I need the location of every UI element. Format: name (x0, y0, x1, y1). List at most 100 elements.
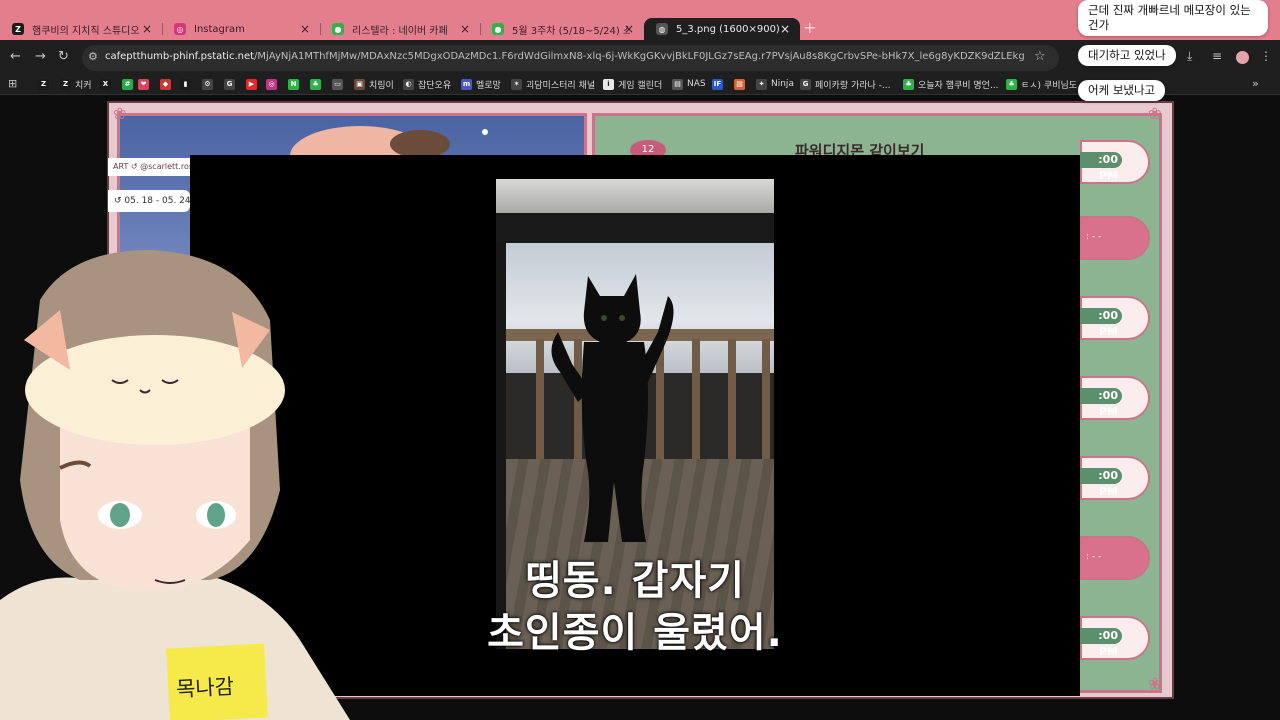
instagram-icon: ◎ (266, 78, 277, 90)
bookmark-item[interactable]: N (288, 77, 303, 91)
bookmark-item[interactable]: ❤ (138, 77, 153, 91)
more-bookmarks-icon[interactable]: » (1252, 77, 1259, 90)
chat-bubble: 어케 보냈나고 (1078, 80, 1166, 101)
bookmark-label: 게임 캘린더 (618, 80, 663, 91)
bookmark-item[interactable]: ▧ (734, 77, 749, 91)
profile-avatar[interactable] (1236, 51, 1249, 64)
bookmark-item[interactable]: ▣ 치링이 (354, 77, 394, 91)
bookmark-item[interactable]: ♣ (310, 77, 325, 91)
bookmark-label: 괴담미스터리 채널 (526, 80, 596, 91)
apps-grid-icon[interactable]: ⊞ (8, 77, 17, 90)
bookmark-item[interactable]: i 게임 캘린더 (603, 77, 662, 91)
x-icon: X (100, 78, 111, 90)
schedule-time: :00 PM (1080, 628, 1122, 658)
bookmark-item[interactable]: ▮ (180, 77, 195, 91)
schedule-time: :00 PM (1080, 152, 1122, 182)
bookmark-item[interactable]: ♣ 오늘자 햄쿠비 명언... (903, 77, 999, 91)
chzzk-icon: Z (38, 78, 49, 90)
schedule-time: :00 PM (1080, 468, 1122, 498)
bookmark-label: ㅌㅅ) 쿠비님도 (1021, 80, 1078, 91)
browser-tab[interactable]: ● 리스텔라 : 네이버 카페 × (320, 18, 480, 40)
info-icon: i (603, 78, 614, 90)
leaf-icon: ♣ (310, 78, 321, 90)
bookmark-label: 페이카랑 가라나 -... (815, 80, 891, 91)
url-path: /MjAyNjA1MThfMjMw/MDAxNzc5MDgxODAzMDc1.F… (254, 51, 1025, 62)
reading-list-icon[interactable]: ≡ (1212, 49, 1222, 63)
site-info-icon[interactable]: ⚙ (88, 50, 98, 63)
bookmark-star-icon[interactable]: ☆ (1034, 49, 1046, 64)
bookmark-item[interactable]: ◆ (160, 77, 175, 91)
black-cat-figure (551, 274, 674, 542)
screen: Z 햄쿠비의 지치직 스튜디오 × ◎ Instagram × ● 리스텔라 : 네이버 카페… (0, 0, 1280, 720)
back-icon[interactable]: ← (10, 49, 21, 64)
schedule-empty-label: : - - (1086, 232, 1102, 242)
close-icon[interactable]: × (300, 22, 310, 36)
tab-label: 5_3.png (1600×900) (676, 23, 780, 35)
browser-tab[interactable]: ● 5월 3주차 (5/18~5/24) 스 × (480, 18, 644, 40)
bookmark-item[interactable]: ♣ ㅌㅅ) 쿠비님도 (1006, 77, 1077, 91)
bookmark-item[interactable]: Z 치커 (60, 77, 92, 91)
corner-flower-icon: ❀ (1148, 104, 1162, 123)
leaf-icon: ♣ (903, 78, 914, 90)
image-icon: ▣ (354, 78, 365, 90)
new-tab-button[interactable]: + (803, 18, 816, 37)
bookmark-label: 치커 (75, 80, 92, 91)
close-icon[interactable]: × (460, 22, 470, 36)
reload-icon[interactable]: ↻ (58, 49, 69, 64)
leaf-icon: ♣ (1006, 78, 1017, 90)
bookmark-item[interactable]: ⚙ (202, 77, 217, 91)
corner-flower-icon: ❀ (113, 104, 127, 123)
bookmark-item[interactable]: X (100, 77, 115, 91)
bookmark-item[interactable]: m 멜로망 (461, 77, 501, 91)
browser-tab[interactable]: ◎ Instagram × (162, 18, 320, 40)
if-icon: IF (712, 78, 723, 90)
bookmark-item[interactable]: ◐ 잡단오유 (403, 77, 451, 91)
naver-cafe-icon: ● (492, 23, 504, 35)
download-icon[interactable]: ⤓ (1187, 49, 1192, 64)
close-icon[interactable]: × (624, 22, 634, 36)
browser-tab[interactable]: ◍ 5_3.png (1600×900) × (644, 18, 800, 40)
bookmark-item[interactable]: Z (38, 77, 53, 91)
instagram-icon: ◎ (174, 23, 186, 35)
nas-icon: ▤ (672, 78, 683, 90)
browser-tab[interactable]: Z 햄쿠비의 지치직 스튜디오 × (0, 18, 162, 40)
bookmark-item[interactable]: ✦ Ninja (756, 77, 794, 91)
chat-bubble: 대기하고 있었나 (1078, 45, 1176, 66)
bookmark-item[interactable]: G (224, 77, 239, 91)
schedule-empty-label: : - - (1086, 552, 1102, 562)
ghost-icon: ✶ (511, 78, 522, 90)
schedule-time: :00 PM (1080, 308, 1122, 338)
chat-bubble: 근데 진짜 개빠르네 메모장이 있는건가 (1078, 0, 1268, 36)
schedule-time: :00 PM (1080, 388, 1122, 418)
bookmark-item[interactable]: IF (712, 77, 727, 91)
gift-icon: ❤ (138, 78, 149, 90)
corner-flower-icon: ❀ (1148, 674, 1162, 693)
tab-label: 5월 3주차 (5/18~5/24) 스 (512, 25, 630, 37)
google-icon: G (224, 78, 235, 90)
mic-icon: ◐ (403, 78, 414, 90)
url-host: cafeptthumb-phinf.pstatic.net (105, 51, 255, 62)
ninja-icon: ✦ (756, 78, 767, 90)
youtube-icon: ▶ (246, 78, 257, 90)
forward-icon[interactable]: → (35, 49, 46, 64)
bookmark-item[interactable]: ▶ (246, 77, 261, 91)
bookmark-item[interactable]: ▭ (332, 77, 347, 91)
close-icon[interactable]: × (142, 22, 152, 36)
notion-icon: ▮ (180, 78, 191, 90)
url-text[interactable]: cafeptthumb-phinf.pstatic.net/MjAyNjA1MT… (105, 51, 1025, 62)
tab-label: 햄쿠비의 지치직 스튜디오 (32, 25, 140, 37)
bookmark-label: Ninja (771, 79, 794, 89)
tab-label: 리스텔라 : 네이버 카페 (352, 25, 448, 37)
melo-icon: m (461, 78, 472, 90)
subtitle-line-1: 띵동. 갑자기 (524, 558, 746, 604)
globe-icon: ◍ (656, 23, 668, 35)
bookmark-item[interactable]: ◎ (266, 77, 281, 91)
tab-label: Instagram (194, 23, 245, 35)
bookmark-item[interactable]: # (122, 77, 137, 91)
bookmark-item[interactable]: ✶ 괴담미스터리 채널 (511, 77, 595, 91)
bookmark-item[interactable]: G 페이카랑 가라나 -... (800, 77, 891, 91)
menu-icon[interactable]: ⋮ (1260, 49, 1272, 63)
close-icon[interactable]: × (780, 22, 790, 36)
bookmark-item[interactable]: ▤ NAS (672, 77, 706, 91)
photo-icon: ▧ (734, 78, 745, 90)
